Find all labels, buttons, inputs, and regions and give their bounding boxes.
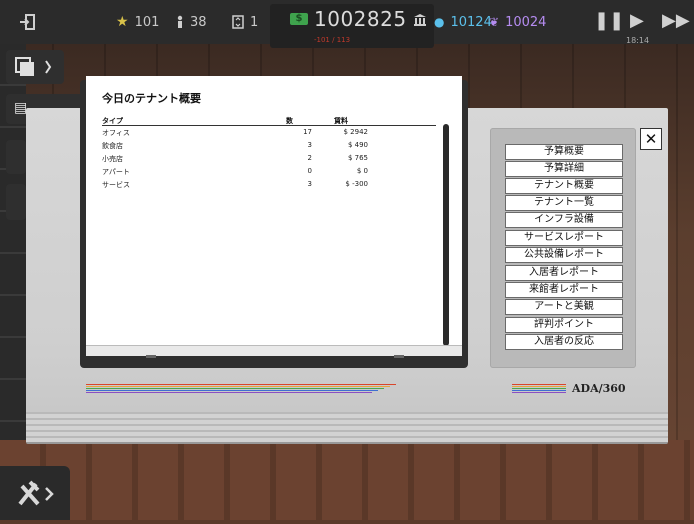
close-icon: ✕ [644,130,658,148]
paper-tab-right [394,355,404,358]
report-scrollbar[interactable] [443,124,449,346]
rainbow-stripe-purple [86,392,372,393]
research-stat: ● 10124 [434,0,492,44]
modal-base-stripes [26,412,668,442]
exit-button[interactable] [18,0,36,44]
stars-value: 101 [134,14,160,30]
layers-toggle-button[interactable] [6,50,64,84]
influence-stat: ❦ 10024 [489,0,546,44]
brand-stripe-blue [512,390,566,391]
layers-icon [15,57,52,76]
menu-budget-overview[interactable]: 予算概要 [505,144,623,160]
brand-stripe-purple [512,392,566,393]
money-value: 1002825 [314,7,407,31]
row-type: オフィス [102,129,130,137]
person-icon [177,15,183,28]
menu-tenant-list[interactable]: テナント一覧 [505,195,623,211]
money-delta: -101 / 113 [314,36,351,44]
rainbow-stripe-green [86,388,384,389]
paper-tab-left [146,355,156,358]
row-rent: $ 2942 [343,128,369,136]
menu-public-facility-report[interactable]: 公共設備レポート [505,247,623,263]
elevator-stat: 1 [232,0,258,44]
brand-stripe-orange [512,386,566,387]
bank-icon[interactable] [413,13,427,26]
research-value: 10124 [450,14,492,30]
menu-reputation-points[interactable]: 評判ポイント [505,317,623,333]
menu-resident-reactions[interactable]: 入居者の反応 [505,334,623,350]
influence-value: 10024 [505,14,547,30]
rainbow-stripe-blue [86,390,378,391]
brand-stripe-green [512,388,566,389]
rainbow-stripe-orange [86,386,390,387]
fast-forward-icon: ▶▶ [662,10,690,31]
row-type: 飲食店 [102,142,123,150]
pause-button[interactable]: ❚❚ [594,10,624,31]
report-paper: 今日のテナント概要 タイプ 数 賃料 オフィス 17 $ 2942 飲食店 3 … [86,76,462,352]
header-divider [102,125,436,126]
elevator-value: 1 [250,14,259,30]
menu-service-report[interactable]: サービスレポート [505,230,623,246]
elevator-icon [232,15,244,29]
menu-art-aesthetics[interactable]: アートと美観 [505,299,623,315]
tenant-shortcut-button[interactable] [6,140,26,174]
fast-forward-button[interactable]: ▶▶ [662,10,690,31]
tools-button[interactable] [0,466,70,520]
table-row: オフィス 17 $ 2942 [102,128,436,141]
play-icon: ▶ [630,10,644,31]
globe-icon: ● [434,15,445,29]
row-rent: $ 0 [356,167,368,175]
menu-budget-detail[interactable]: 予算詳細 [505,161,623,177]
row-rent: $ 490 [347,141,368,149]
ground-floor-background [0,440,694,520]
menu-infrastructure[interactable]: インフラ設備 [505,212,623,228]
rainbow-stripe-red [86,384,396,385]
butterfly-icon: ❦ [489,15,500,29]
top-bar: ★ 101 38 1 $ 1002825 -101 / 113 ● 10124 … [0,0,694,48]
exit-door-icon [20,14,35,30]
brand-logo: ADA/360 [572,382,626,395]
report-title: 今日のテナント概要 [102,92,201,105]
game-time: 18:14 [626,36,650,45]
table-row: 飲食店 3 $ 490 [102,141,436,154]
population-value: 38 [190,14,207,30]
build-shortcut-button[interactable] [6,184,26,220]
table-row: 小売店 2 $ 765 [102,154,436,167]
row-rent: $ -300 [345,180,368,188]
menu-resident-report[interactable]: 入居者レポート [505,265,623,281]
star-icon: ★ [116,14,129,30]
pause-icon: ❚❚ [594,10,625,31]
cash-icon: $ [290,13,308,25]
table-row: サービス 3 $ -300 [102,180,436,193]
row-type: アパート [102,168,130,176]
money-stat: $ 1002825 [290,7,427,31]
row-rent: $ 765 [347,154,368,162]
stars-stat: ★ 101 [116,0,159,44]
population-stat: 38 [176,0,207,44]
menu-visitor-report[interactable]: 来館者レポート [505,282,623,298]
play-button[interactable]: ▶ [630,10,644,31]
paper-feed-edge [86,345,462,356]
hammer-wrench-icon [18,480,54,506]
row-type: 小売店 [102,155,123,163]
close-button[interactable]: ✕ [640,128,662,150]
menu-tenant-overview[interactable]: テナント概要 [505,178,623,194]
brand-stripe-red [512,384,566,385]
table-row: アパート 0 $ 0 [102,167,436,180]
row-type: サービス [102,181,130,189]
